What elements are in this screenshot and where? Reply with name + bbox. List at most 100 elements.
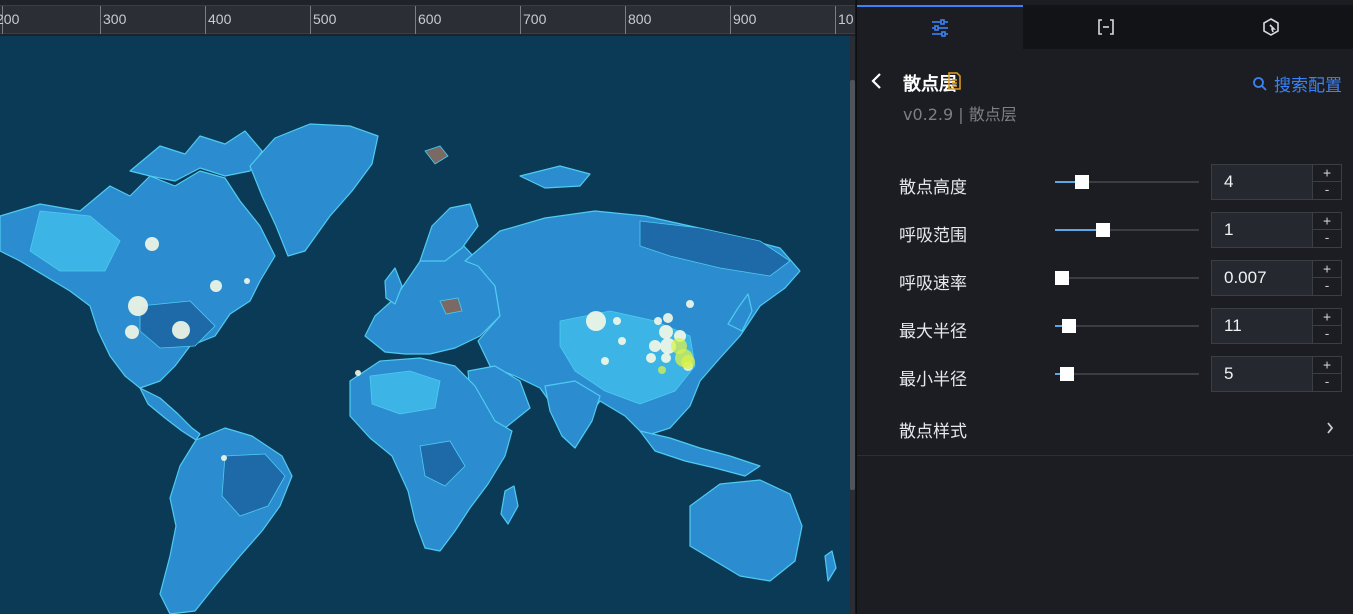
ruler-label: 400 — [208, 11, 232, 27]
property-label: 最小半径 — [899, 370, 967, 390]
property-row: 散点高度 4 + - — [857, 164, 1353, 204]
increment-button[interactable]: + — [1313, 213, 1341, 230]
scatter-point — [613, 317, 621, 325]
number-stepper: + - — [1313, 308, 1342, 344]
property-value-input[interactable]: 5 — [1211, 356, 1313, 392]
search-icon — [1253, 76, 1267, 91]
continent-australia — [689, 479, 803, 582]
property-label: 散点高度 — [899, 178, 967, 198]
property-value-input[interactable]: 0.007 — [1211, 260, 1313, 296]
region-svalbard — [424, 145, 449, 165]
scatter-point — [686, 300, 694, 308]
decrement-button[interactable]: - — [1313, 326, 1341, 343]
canvas-area[interactable]: 200 300 400 500 600 700 800 900 10 — [0, 0, 855, 614]
property-row: 最小半径 5 + - — [857, 356, 1353, 396]
slider-thumb[interactable] — [1096, 223, 1110, 237]
ruler-tick — [835, 6, 836, 34]
scatter-point — [646, 353, 656, 363]
chevron-right-icon — [1327, 422, 1334, 434]
slider-thumb[interactable] — [1075, 175, 1089, 189]
scatter-point — [586, 311, 606, 331]
scatter-point — [145, 237, 159, 251]
property-slider[interactable] — [1055, 367, 1199, 381]
property-slider[interactable] — [1055, 271, 1199, 285]
scatter-point — [210, 280, 222, 292]
slider-track — [1055, 277, 1199, 279]
ruler-label: 200 — [0, 11, 20, 27]
ruler-tick — [730, 6, 731, 34]
scatter-point — [659, 325, 673, 339]
ruler-tick — [310, 6, 311, 34]
decrement-button[interactable]: - — [1313, 230, 1341, 247]
region-madagascar — [500, 485, 519, 525]
property-value-input[interactable]: 11 — [1211, 308, 1313, 344]
property-label: 最大半径 — [899, 322, 967, 342]
scatter-point — [649, 340, 661, 352]
slider-thumb[interactable] — [1062, 319, 1076, 333]
number-stepper: + - — [1313, 356, 1342, 392]
scatter-point — [172, 321, 190, 339]
search-config-label: 搜索配置 — [1274, 76, 1342, 96]
scatter-point — [663, 313, 673, 323]
brackets-icon — [1097, 19, 1114, 35]
document-icon[interactable] — [947, 72, 962, 90]
property-slider[interactable] — [1055, 223, 1199, 237]
increment-button[interactable]: + — [1313, 357, 1341, 374]
property-label: 呼吸范围 — [899, 226, 967, 246]
sliders-icon — [931, 19, 948, 37]
property-value-input[interactable]: 4 — [1211, 164, 1313, 200]
search-config-button[interactable]: 搜索配置 — [1252, 71, 1342, 96]
ruler-tick — [205, 6, 206, 34]
slider-thumb[interactable] — [1060, 367, 1074, 381]
scatter-style-section[interactable]: 散点样式 — [857, 408, 1353, 456]
decrement-button[interactable]: - — [1313, 182, 1341, 199]
world-map[interactable] — [0, 36, 850, 614]
tab-data[interactable] — [1023, 5, 1189, 49]
scrollbar-thumb[interactable] — [850, 80, 855, 490]
ruler-label: 10 — [838, 11, 854, 27]
scatter-point — [355, 370, 361, 376]
continent-central-america — [139, 387, 201, 441]
region-new-zealand — [824, 550, 837, 582]
interaction-icon — [1263, 18, 1279, 36]
tab-style[interactable] — [857, 5, 1023, 49]
decrement-button[interactable]: - — [1313, 278, 1341, 295]
scatter-hot-point — [681, 355, 695, 369]
decrement-button[interactable]: - — [1313, 374, 1341, 391]
ruler-tick — [415, 6, 416, 34]
number-stepper: + - — [1313, 164, 1342, 200]
panel-tab-bar — [857, 5, 1353, 49]
panel-header: 散点层 v0.2.9 | 散点层 搜索配置 — [857, 60, 1353, 130]
continent-north-america — [0, 170, 276, 389]
ruler-tick — [625, 6, 626, 34]
section-label: 散点样式 — [899, 422, 967, 442]
region-southeast-asia — [639, 430, 761, 477]
property-slider[interactable] — [1055, 175, 1199, 189]
scatter-point — [601, 357, 609, 365]
ruler-label: 700 — [523, 11, 547, 27]
panel-subtitle: v0.2.9 | 散点层 — [903, 105, 1017, 124]
property-slider[interactable] — [1055, 319, 1199, 333]
scatter-point — [221, 455, 227, 461]
ruler-label: 500 — [313, 11, 337, 27]
property-row: 最大半径 11 + - — [857, 308, 1353, 348]
scatter-point — [618, 337, 626, 345]
slider-track — [1055, 325, 1199, 327]
chevron-left-icon[interactable] — [870, 72, 884, 90]
continent-greenland — [249, 123, 379, 257]
ruler-label: 900 — [733, 11, 757, 27]
increment-button[interactable]: + — [1313, 261, 1341, 278]
property-value-input[interactable]: 1 — [1211, 212, 1313, 248]
config-panel: 散点层 v0.2.9 | 散点层 搜索配置 散点高度 4 + - 呼吸范围 1 … — [856, 0, 1353, 614]
region-arctic-russia — [519, 165, 591, 189]
scatter-point — [128, 296, 148, 316]
ruler-label: 600 — [418, 11, 442, 27]
tab-interaction[interactable] — [1188, 5, 1353, 49]
increment-button[interactable]: + — [1313, 165, 1341, 182]
property-row: 呼吸速率 0.007 + - — [857, 260, 1353, 300]
scatter-point — [654, 317, 662, 325]
world-map-svg — [0, 123, 837, 614]
property-label: 呼吸速率 — [899, 274, 967, 294]
slider-thumb[interactable] — [1055, 271, 1069, 285]
increment-button[interactable]: + — [1313, 309, 1341, 326]
